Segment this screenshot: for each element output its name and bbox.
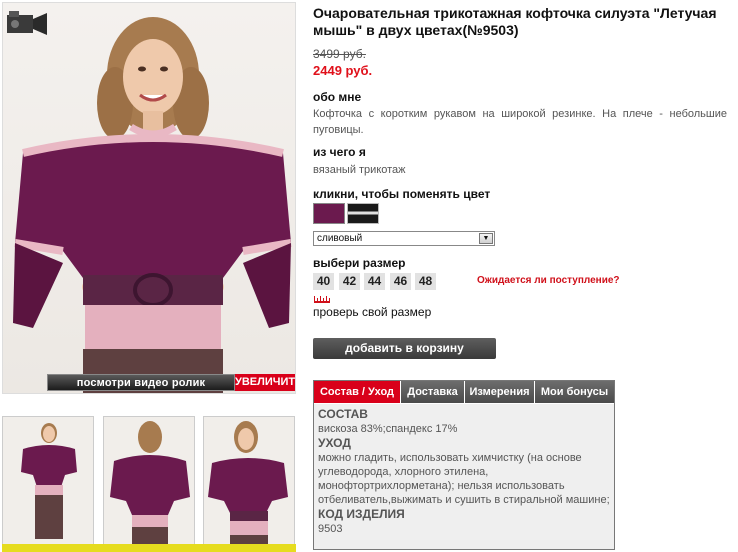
- add-to-cart-button[interactable]: добавить в корзину: [313, 338, 496, 359]
- size-heading: выбери размер: [313, 256, 406, 270]
- code-text: 9503: [318, 523, 343, 535]
- watch-video-link[interactable]: посмотри видео ролик: [47, 374, 235, 391]
- tab-measurements[interactable]: Измерения: [465, 381, 535, 403]
- care-text: можно гладить, использовать химчистку (н…: [318, 452, 610, 506]
- size-option-48[interactable]: 48: [415, 273, 436, 290]
- thumbnail-2[interactable]: [103, 416, 195, 548]
- color-swatch-black[interactable]: [347, 203, 379, 224]
- check-size-link[interactable]: проверь свой размер: [313, 305, 431, 319]
- promo-strip: [2, 544, 296, 552]
- size-option-42[interactable]: 42: [339, 273, 360, 290]
- about-text: Кофточка с коротким рукавом на широкой р…: [313, 108, 727, 136]
- product-title: Очаровательная трикотажная кофточка силу…: [313, 5, 717, 38]
- size-option-46[interactable]: 46: [390, 273, 411, 290]
- size-option-44[interactable]: 44: [364, 273, 385, 290]
- size-option-40[interactable]: 40: [313, 273, 334, 290]
- main-product-photo[interactable]: посмотри видео ролик УВЕЛИЧИТЬ: [2, 2, 296, 394]
- code-heading: КОД ИЗДЕЛИЯ: [318, 507, 405, 521]
- tab-delivery[interactable]: Доставка: [401, 381, 465, 403]
- care-heading: УХОД: [318, 436, 351, 450]
- zoom-link[interactable]: УВЕЛИЧИТЬ: [235, 374, 295, 391]
- thumbnail-image: [3, 417, 93, 547]
- composition-text: вискоза 83%;спандекс 17%: [318, 423, 458, 435]
- notify-stock-link[interactable]: Ожидается ли поступление?: [477, 275, 620, 286]
- photo-action-bar: посмотри видео ролик УВЕЛИЧИТЬ: [3, 373, 295, 393]
- ruler-icon: [314, 296, 330, 303]
- color-swatch-plum[interactable]: [313, 203, 345, 224]
- material-heading: из чего я: [313, 145, 366, 159]
- color-heading: кликни, чтобы поменять цвет: [313, 187, 491, 201]
- camera-icon: [7, 11, 47, 35]
- color-select[interactable]: сливовый ▼: [313, 231, 495, 246]
- color-select-value: сливовый: [317, 233, 363, 244]
- chevron-down-icon[interactable]: ▼: [479, 233, 493, 244]
- composition-heading: СОСТАВ: [318, 407, 368, 421]
- tab-composition-care[interactable]: Состав / Уход: [314, 381, 401, 403]
- tab-bonuses[interactable]: Мои бонусы: [535, 381, 614, 403]
- new-price: 2449 руб.: [313, 63, 373, 78]
- old-price: 3499 руб.: [313, 47, 366, 61]
- info-tabs: Состав / Уход Доставка Измерения Мои бон…: [313, 380, 615, 550]
- tab-content: СОСТАВ вискоза 83%;спандекс 17% УХОД мож…: [314, 404, 614, 549]
- thumbnail-image: [104, 417, 194, 547]
- thumbnail-1[interactable]: [2, 416, 94, 548]
- thumbnail-image: [204, 417, 294, 547]
- model-illustration: [13, 17, 292, 393]
- material-text: вязаный трикотаж: [313, 164, 406, 176]
- thumbnail-3[interactable]: [203, 416, 295, 548]
- about-heading: обо мне: [313, 90, 362, 104]
